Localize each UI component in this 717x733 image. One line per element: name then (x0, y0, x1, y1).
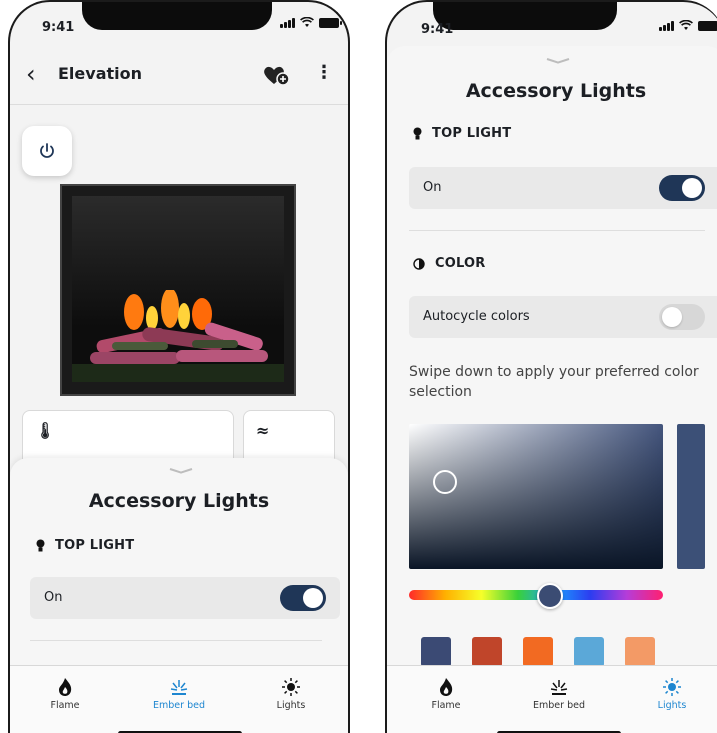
tab-label: Lights (657, 700, 687, 711)
tab-bar: Flame Ember bed Lights (10, 665, 348, 733)
heat-waves-icon: ≈ (256, 421, 270, 440)
tab-bar: Flame Ember bed Lights (387, 665, 717, 733)
section-color: COLOR (413, 256, 485, 271)
ember-bed-icon (550, 680, 568, 695)
app-header: ‹ Elevation ⋮ (10, 54, 348, 105)
autocycle-toggle[interactable] (659, 304, 705, 330)
bulb-icon (36, 539, 45, 552)
top-light-toggle[interactable] (280, 585, 326, 611)
sheet-handle-chevron[interactable] (547, 58, 569, 64)
signal-icon (280, 17, 295, 28)
color-swatch[interactable] (523, 637, 553, 667)
hue-slider-knob[interactable] (537, 583, 563, 609)
flame-icon (440, 678, 453, 696)
color-swatch[interactable] (421, 637, 451, 667)
page-title: Elevation (58, 64, 143, 83)
section-top-light: TOP LIGHT (36, 538, 134, 553)
color-saturation-picker[interactable] (409, 424, 663, 569)
section-label: TOP LIGHT (432, 126, 512, 141)
color-swatch[interactable] (472, 637, 502, 667)
favorite-add-icon[interactable] (262, 64, 290, 86)
section-label: COLOR (435, 256, 486, 271)
tab-ember-bed[interactable]: Ember bed (134, 676, 224, 711)
row-label: On (44, 590, 63, 605)
color-swatch[interactable] (625, 637, 655, 667)
sheet-title: Accessory Lights (88, 490, 270, 512)
tab-label: Lights (276, 700, 306, 711)
notch (433, 2, 617, 30)
notch (82, 2, 272, 30)
tab-flame[interactable]: Flame (20, 676, 110, 711)
power-icon (40, 143, 54, 158)
thermometer-icon: 🌡 (35, 421, 56, 440)
divider (409, 230, 705, 231)
signal-icon (659, 20, 674, 31)
fireplace-image (60, 184, 296, 396)
tab-label: Flame (431, 700, 461, 711)
tab-label: Ember bed (533, 700, 585, 711)
status-time: 9:41 (421, 22, 454, 37)
tab-label: Ember bed (153, 700, 205, 711)
lights-icon (663, 678, 681, 696)
back-icon[interactable]: ‹ (26, 62, 36, 86)
tab-lights[interactable]: Lights (627, 676, 717, 711)
status-icons (659, 20, 717, 31)
tab-label: Flame (50, 700, 80, 711)
sheet-title: Accessory Lights (465, 80, 647, 102)
tab-ember-bed[interactable]: Ember bed (514, 676, 604, 711)
divider (30, 640, 322, 641)
status-time: 9:41 (42, 20, 75, 35)
row-label: On (423, 180, 442, 195)
section-top-light: TOP LIGHT (413, 126, 511, 141)
wifi-icon (300, 17, 314, 27)
power-button[interactable] (22, 126, 72, 176)
lights-icon (282, 678, 300, 696)
bulb-icon (413, 127, 422, 140)
top-light-toggle[interactable] (659, 175, 705, 201)
flame-icon (59, 678, 72, 696)
top-light-row: On (30, 577, 340, 619)
autocycle-row: Autocycle colors (409, 296, 717, 338)
more-options-icon[interactable]: ⋮ (315, 64, 333, 82)
ember-bed-icon (170, 680, 188, 695)
row-label: Autocycle colors (423, 309, 530, 324)
battery-icon (698, 20, 717, 31)
sheet-handle-chevron[interactable] (170, 468, 192, 474)
contrast-icon (413, 257, 425, 270)
tab-flame[interactable]: Flame (401, 676, 491, 711)
phone-screen-fireplace: 9:41 ‹ Elevation ⋮ 🌡 ≈ Accessory Lights … (8, 0, 350, 733)
selected-color-preview (677, 424, 705, 569)
accessory-lights-sheet: Accessory Lights TOP LIGHT On COLOR Auto… (387, 46, 717, 666)
color-helper-text: Swipe down to apply your preferred color… (409, 364, 699, 400)
fire-logs-graphic (90, 290, 268, 364)
status-icons (280, 17, 342, 28)
phone-screen-accessory-lights: 9:41 Accessory Lights TOP LIGHT On COLOR… (385, 0, 717, 733)
top-light-row: On (409, 167, 717, 209)
battery-icon (319, 17, 342, 28)
tab-lights[interactable]: Lights (246, 676, 336, 711)
hue-slider[interactable] (409, 590, 663, 600)
picker-handle[interactable] (433, 470, 457, 494)
section-label: TOP LIGHT (55, 538, 135, 553)
color-swatch[interactable] (574, 637, 604, 667)
wifi-icon (679, 20, 693, 30)
